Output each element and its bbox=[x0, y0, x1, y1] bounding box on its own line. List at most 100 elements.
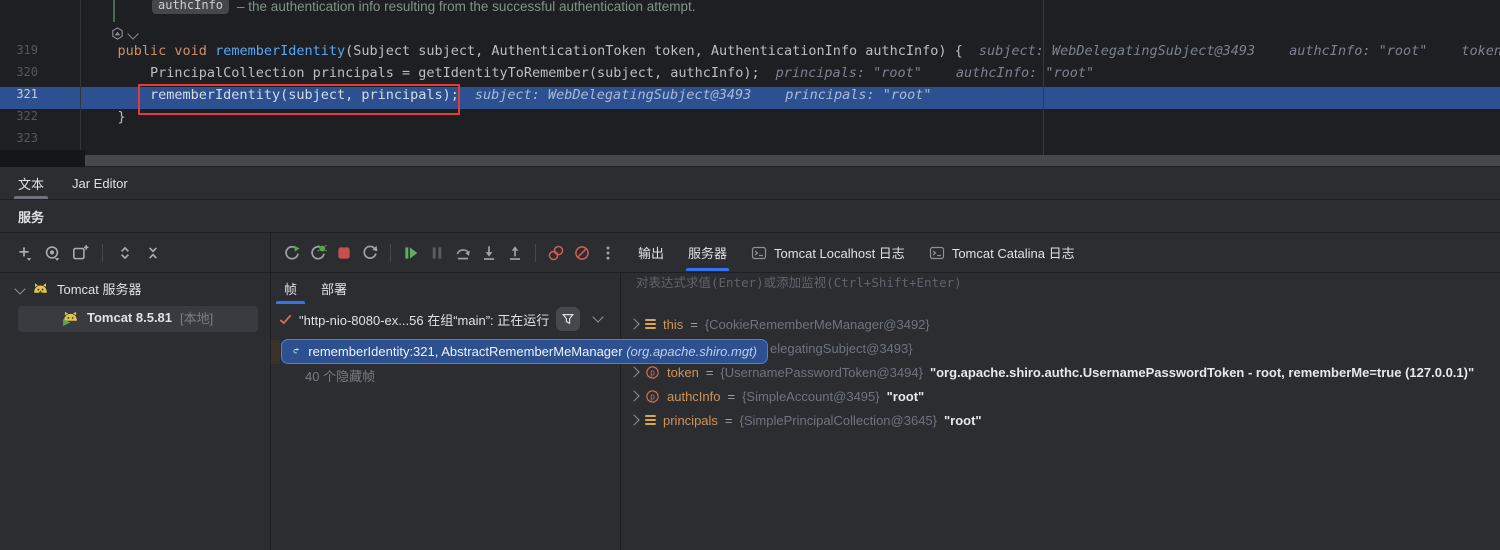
tab-frames[interactable]: 帧 bbox=[272, 272, 309, 304]
funnel-icon bbox=[561, 312, 575, 326]
step-over-button[interactable] bbox=[451, 241, 475, 265]
thread-running-check-icon bbox=[278, 312, 293, 327]
step-into-button[interactable] bbox=[477, 241, 501, 265]
add-service-button[interactable] bbox=[12, 241, 36, 265]
expand-all-button[interactable] bbox=[113, 241, 137, 265]
tomcat-debug-icon bbox=[62, 309, 79, 326]
chevron-down-icon bbox=[127, 28, 138, 39]
mute-breakpoints-button[interactable] bbox=[570, 241, 594, 265]
open-in-new-tab-button[interactable] bbox=[68, 241, 92, 265]
back-arrow-icon bbox=[292, 344, 301, 359]
annotation-red-box bbox=[138, 84, 460, 115]
ide-window: 319 320 321 322 323 authcInfo – the auth… bbox=[0, 0, 1500, 550]
editor-bottom-corner bbox=[0, 150, 85, 167]
frames-tab-bar: 帧 部署 bbox=[272, 272, 359, 304]
tree-item-tomcat-8581[interactable]: Tomcat 8.5.81 [本地] bbox=[62, 308, 213, 327]
evaluate-expression-input[interactable]: 对表达式求值(Enter)或添加监视(Ctrl+Shift+Enter) bbox=[636, 272, 962, 300]
more-options-button[interactable] bbox=[596, 241, 620, 265]
variable-row-subject-occluded[interactable]: elegatingSubject@3493} bbox=[770, 336, 913, 360]
doc-indent-guide bbox=[113, 0, 115, 22]
view-options-button[interactable] bbox=[40, 241, 64, 265]
code-vision-widget[interactable] bbox=[110, 26, 137, 41]
chevron-right-icon[interactable] bbox=[628, 318, 639, 329]
hide-frames-filter-button[interactable] bbox=[556, 307, 580, 331]
javadoc-text: – the authentication info resulting from… bbox=[237, 0, 696, 14]
code-vision-icon bbox=[110, 26, 125, 41]
debugger-toolbar bbox=[280, 241, 620, 265]
chevron-right-icon[interactable] bbox=[628, 390, 639, 401]
console-icon bbox=[751, 245, 767, 261]
inline-debug-hint: authcInfo: "root" bbox=[956, 65, 1094, 81]
panel-divider[interactable] bbox=[620, 272, 621, 550]
rerun-button[interactable] bbox=[280, 241, 304, 265]
javadoc-line: authcInfo – the authentication info resu… bbox=[152, 0, 696, 17]
view-breakpoints-button[interactable] bbox=[544, 241, 568, 265]
panel-divider[interactable] bbox=[270, 233, 271, 550]
tab-text[interactable]: 文本 bbox=[4, 167, 58, 199]
tab-tomcat-catalina-log[interactable]: Tomcat Catalina 日志 bbox=[917, 233, 1087, 272]
tomcat-icon bbox=[32, 280, 49, 297]
redeploy-button[interactable] bbox=[358, 241, 382, 265]
gutter-border bbox=[80, 0, 81, 150]
resume-button[interactable] bbox=[399, 241, 423, 265]
toolbar-divider bbox=[390, 244, 391, 262]
inline-debug-hint: token: " bbox=[1461, 43, 1500, 59]
code-line-322[interactable]: } bbox=[85, 109, 126, 131]
tab-jar-editor[interactable]: Jar Editor bbox=[58, 167, 142, 199]
variable-row-authcinfo[interactable]: p authcInfo = {SimpleAccount@3495} "root… bbox=[630, 384, 924, 408]
inline-debug-hint: authcInfo: "root" bbox=[1289, 43, 1427, 59]
selected-tab-underline bbox=[686, 268, 729, 271]
line-number: 319 bbox=[0, 43, 38, 65]
svg-text:p: p bbox=[650, 367, 655, 377]
parameter-icon: p bbox=[645, 389, 660, 404]
stack-frame-selected[interactable]: rememberIdentity:321, AbstractRememberMe… bbox=[281, 339, 768, 364]
field-icon bbox=[645, 415, 656, 425]
selected-tab-underline bbox=[276, 301, 305, 304]
variable-row-this[interactable]: this = {CookieRememberMeManager@3492} bbox=[630, 312, 930, 336]
toolbar-divider bbox=[535, 244, 536, 262]
execution-frame-marker bbox=[271, 340, 280, 364]
tab-server[interactable]: 服务器 bbox=[676, 233, 739, 272]
hidden-frames-label[interactable]: 40 个隐藏帧 bbox=[305, 366, 375, 385]
services-title: 服务 bbox=[18, 207, 44, 226]
tab-tomcat-localhost-log[interactable]: Tomcat Localhost 日志 bbox=[739, 233, 917, 272]
chevron-right-icon[interactable] bbox=[628, 366, 639, 377]
toolbar-divider bbox=[102, 244, 103, 262]
console-icon bbox=[929, 245, 945, 261]
services-panel-header: 服务 bbox=[0, 200, 1500, 233]
pause-button[interactable] bbox=[425, 241, 449, 265]
tab-output[interactable]: 输出 bbox=[626, 233, 676, 272]
console-tab-bar: 输出 服务器 Tomcat Localhost 日志 Tomcat Catali… bbox=[626, 233, 1087, 272]
inline-debug-hint: subject: WebDelegatingSubject@3493 bbox=[979, 43, 1255, 59]
stop-button[interactable] bbox=[332, 241, 356, 265]
field-icon bbox=[645, 319, 656, 329]
parameter-icon: p bbox=[645, 365, 660, 380]
thread-label: "http-nio-8080-ex...56 在组“main”: 正在运行 bbox=[299, 310, 549, 329]
line-number: 320 bbox=[0, 65, 38, 87]
line-number-current: 321 bbox=[0, 87, 38, 109]
svg-text:p: p bbox=[650, 391, 655, 401]
javadoc-param-chip: authcInfo bbox=[152, 0, 229, 14]
stack-frame-label: rememberIdentity:321, AbstractRememberMe… bbox=[308, 344, 757, 359]
rerun-debug-button[interactable] bbox=[306, 241, 330, 265]
inline-debug-hint: principals: "root" bbox=[776, 65, 922, 81]
tab-deploy[interactable]: 部署 bbox=[309, 272, 359, 304]
variable-row-principals[interactable]: principals = {SimplePrincipalCollection@… bbox=[630, 408, 982, 432]
tree-item-tomcat-servers[interactable]: Tomcat 服务器 bbox=[16, 279, 142, 298]
editor-tab-bar: 文本 Jar Editor bbox=[0, 167, 1500, 200]
chevron-down-icon[interactable] bbox=[14, 283, 25, 294]
chevron-right-icon[interactable] bbox=[628, 414, 639, 425]
line-number: 322 bbox=[0, 109, 38, 131]
collapse-all-button[interactable] bbox=[141, 241, 165, 265]
chevron-down-icon[interactable] bbox=[592, 311, 603, 322]
services-toolbar bbox=[12, 241, 165, 265]
right-margin-guide bbox=[1043, 0, 1044, 155]
code-line-319[interactable]: public void rememberIdentity(Subject sub… bbox=[85, 43, 1500, 65]
thread-selector-row[interactable]: "http-nio-8080-ex...56 在组“main”: 正在运行 bbox=[278, 306, 549, 332]
code-editor[interactable]: 319 320 321 322 323 authcInfo – the auth… bbox=[0, 0, 1500, 167]
selected-tab-underline bbox=[14, 196, 48, 199]
step-out-button[interactable] bbox=[503, 241, 527, 265]
inline-debug-hint: subject: WebDelegatingSubject@3493 bbox=[475, 87, 751, 103]
horizontal-scrollbar[interactable] bbox=[85, 155, 1500, 166]
inline-debug-hint: principals: "root" bbox=[785, 87, 931, 103]
